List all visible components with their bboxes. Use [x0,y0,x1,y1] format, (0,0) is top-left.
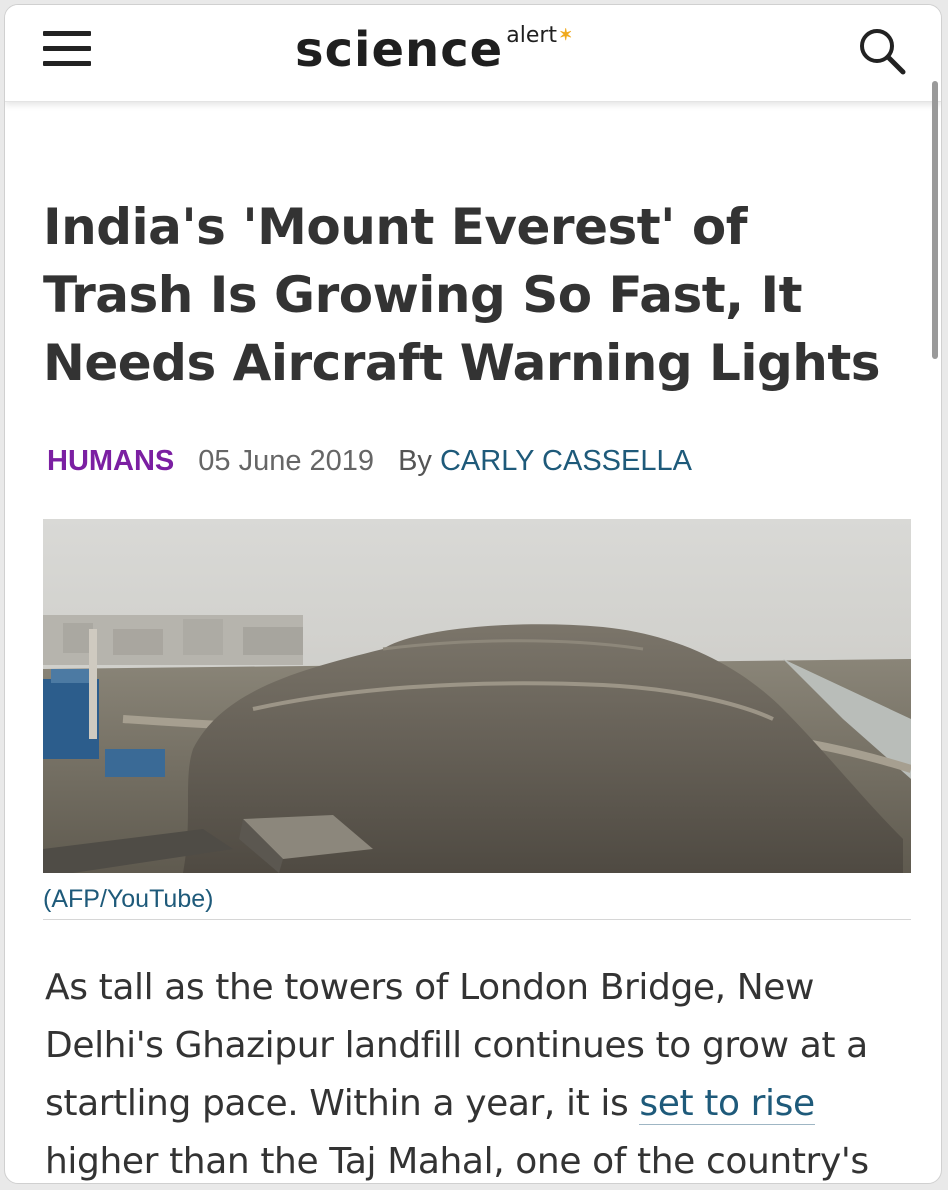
caption-divider [43,919,911,920]
inline-link-set-to-rise[interactable]: set to rise [639,1083,815,1125]
body-text-part-2: higher than the Taj Mahal, one of the co… [45,1141,869,1182]
image-caption[interactable]: (AFP/YouTube) [43,879,213,919]
sun-spark-icon: ✶ [559,27,573,44]
scrollbar[interactable] [932,81,938,359]
site-header: science alert ✶ [5,5,941,102]
author-link[interactable]: CARLY CASSELLA [440,445,692,477]
article-meta: HUMANS 05 June 2019 By CARLY CASSELLA [47,441,692,481]
hamburger-menu-icon[interactable] [43,29,91,69]
category-link[interactable]: HUMANS [47,445,174,477]
article-title: India's 'Mount Everest' of Trash Is Grow… [43,198,881,392]
site-logo[interactable]: science alert ✶ [295,15,572,85]
publish-date: 05 June 2019 [198,445,375,477]
magnifying-glass-icon [860,29,906,75]
article-body-paragraph: As tall as the towers of London Bridge, … [45,959,925,1183]
by-label: By [398,445,432,477]
search-button[interactable] [855,25,911,77]
logo-subtitle: alert [506,23,558,48]
logo-wordmark: science [295,22,504,78]
page-frame: science alert ✶ India's 'Mount Everest' … [4,4,942,1184]
hero-image [43,519,911,873]
